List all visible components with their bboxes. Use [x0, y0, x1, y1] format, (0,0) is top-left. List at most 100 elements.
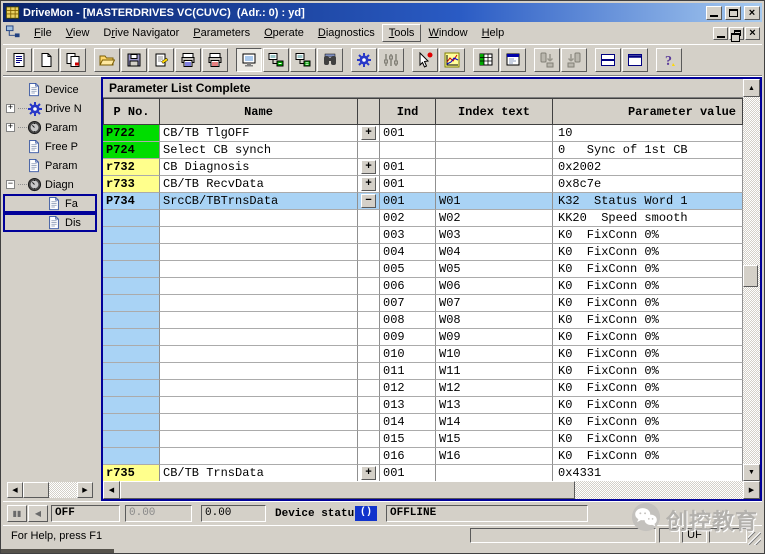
cell-index-text[interactable]: W01	[436, 193, 553, 210]
sidebar-item-param[interactable]: + Param	[3, 118, 97, 137]
expand-icon[interactable]: +	[6, 104, 15, 113]
cell-index-text[interactable]: W12	[436, 380, 553, 397]
cell-ind[interactable]: 003	[380, 227, 436, 244]
cell-parameter-value[interactable]: K0 FixConn 0%	[553, 278, 743, 295]
cell-ind[interactable]: 014	[380, 414, 436, 431]
tree-scroll-thumb[interactable]	[23, 482, 49, 498]
header-pno[interactable]: P No.	[103, 98, 160, 125]
cell-pno[interactable]	[103, 312, 160, 329]
open-folder-button[interactable]	[94, 48, 120, 72]
cell-expand[interactable]: +	[358, 465, 380, 481]
menu-help[interactable]: Help	[475, 24, 512, 42]
cell-index-text[interactable]: W10	[436, 346, 553, 363]
cell-ind[interactable]: 001	[380, 125, 436, 142]
sidebar-item-dis[interactable]: Dis	[3, 213, 97, 232]
form-button[interactable]	[500, 48, 526, 72]
step-back-button[interactable]: ◀	[28, 505, 48, 522]
horizontal-scroll-thumb[interactable]	[120, 481, 575, 499]
cell-index-text[interactable]	[436, 142, 553, 159]
cell-index-text[interactable]: W03	[436, 227, 553, 244]
cell-parameter-value[interactable]: K0 FixConn 0%	[553, 414, 743, 431]
cell-name[interactable]	[160, 278, 358, 295]
cell-pno[interactable]	[103, 295, 160, 312]
cell-expand[interactable]	[358, 244, 380, 261]
table-row[interactable]: 011 W11 K0 FixConn 0%	[103, 363, 743, 380]
cell-expand[interactable]	[358, 448, 380, 465]
cell-parameter-value[interactable]: K0 FixConn 0%	[553, 227, 743, 244]
expand-row-button[interactable]: +	[361, 177, 376, 191]
cell-expand[interactable]	[358, 329, 380, 346]
cell-ind[interactable]: 010	[380, 346, 436, 363]
cell-name[interactable]: Select CB synch	[160, 142, 358, 159]
cell-pno[interactable]	[103, 261, 160, 278]
cell-expand[interactable]	[358, 312, 380, 329]
cell-name[interactable]: CB/TB TrnsData	[160, 465, 358, 481]
cell-ind[interactable]: 002	[380, 210, 436, 227]
cell-parameter-value[interactable]: K0 FixConn 0%	[553, 380, 743, 397]
cell-pno[interactable]	[103, 227, 160, 244]
new-file-button[interactable]	[33, 48, 59, 72]
pause-button[interactable]: ▮▮	[7, 505, 27, 522]
cell-ind[interactable]: 001	[380, 159, 436, 176]
close-button[interactable]: ×	[744, 5, 760, 20]
cell-pno[interactable]	[103, 397, 160, 414]
cell-pno[interactable]	[103, 414, 160, 431]
cell-expand[interactable]	[358, 261, 380, 278]
cell-name[interactable]	[160, 397, 358, 414]
cell-ind[interactable]: 009	[380, 329, 436, 346]
cell-name[interactable]	[160, 329, 358, 346]
cell-parameter-value[interactable]: K0 FixConn 0%	[553, 312, 743, 329]
table-row[interactable]: 005 W05 K0 FixConn 0%	[103, 261, 743, 278]
cell-name[interactable]: CB/TB RecvData	[160, 176, 358, 193]
header-index-text[interactable]: Index text	[436, 98, 553, 125]
cell-index-text[interactable]	[436, 465, 553, 481]
cell-name[interactable]	[160, 227, 358, 244]
cell-index-text[interactable]: W04	[436, 244, 553, 261]
copy-files-button[interactable]	[60, 48, 86, 72]
cell-expand[interactable]	[358, 414, 380, 431]
table-button[interactable]	[473, 48, 499, 72]
cell-ind[interactable]: 013	[380, 397, 436, 414]
scroll-left-button[interactable]: ◀	[7, 482, 23, 498]
cell-parameter-value[interactable]: K32 Status Word 1	[553, 193, 743, 210]
table-row[interactable]: 003 W03 K0 FixConn 0%	[103, 227, 743, 244]
menu-tools[interactable]: Tools	[381, 24, 422, 42]
window-split-button[interactable]	[595, 48, 621, 72]
cell-expand[interactable]	[358, 431, 380, 448]
table-row[interactable]: 007 W07 K0 FixConn 0%	[103, 295, 743, 312]
menu-diagnostics[interactable]: Diagnostics	[311, 24, 382, 42]
cell-index-text[interactable]: W09	[436, 329, 553, 346]
table-row[interactable]: 006 W06 K0 FixConn 0%	[103, 278, 743, 295]
cell-parameter-value[interactable]: K0 FixConn 0%	[553, 363, 743, 380]
cell-parameter-value[interactable]: KK20 Speed smooth	[553, 210, 743, 227]
cell-name[interactable]	[160, 431, 358, 448]
cell-index-text[interactable]	[436, 176, 553, 193]
header-parameter-value[interactable]: Parameter value	[553, 98, 743, 125]
menu-window[interactable]: Window	[421, 24, 474, 42]
cell-ind[interactable]: 001	[380, 465, 436, 481]
horizontal-scroll-right-button[interactable]: ▶	[743, 481, 760, 499]
menu-drive-navigator[interactable]: Drive Navigator	[96, 24, 186, 42]
cell-name[interactable]	[160, 346, 358, 363]
cell-pno[interactable]	[103, 210, 160, 227]
menu-file[interactable]: File	[27, 24, 59, 42]
cell-expand[interactable]	[358, 397, 380, 414]
scroll-right-button[interactable]: ▶	[77, 482, 93, 498]
sidebar-item-drive-n[interactable]: + Drive N	[3, 99, 97, 118]
collapse-icon[interactable]: −	[6, 180, 15, 189]
header-name[interactable]: Name	[160, 98, 358, 125]
cell-index-text[interactable]	[436, 125, 553, 142]
cell-parameter-value[interactable]: 0x2002	[553, 159, 743, 176]
print-button[interactable]	[175, 48, 201, 72]
cell-expand[interactable]	[358, 363, 380, 380]
cell-ind[interactable]: 011	[380, 363, 436, 380]
cell-ind[interactable]: 005	[380, 261, 436, 278]
help-button[interactable]: ?	[656, 48, 682, 72]
cell-ind[interactable]: 004	[380, 244, 436, 261]
table-row[interactable]: 016 W16 K0 FixConn 0%	[103, 448, 743, 465]
cell-expand[interactable]: −	[358, 193, 380, 210]
cell-parameter-value[interactable]: K0 FixConn 0%	[553, 448, 743, 465]
cell-index-text[interactable]: W16	[436, 448, 553, 465]
cell-ind[interactable]: 007	[380, 295, 436, 312]
cell-parameter-value[interactable]: K0 FixConn 0%	[553, 329, 743, 346]
